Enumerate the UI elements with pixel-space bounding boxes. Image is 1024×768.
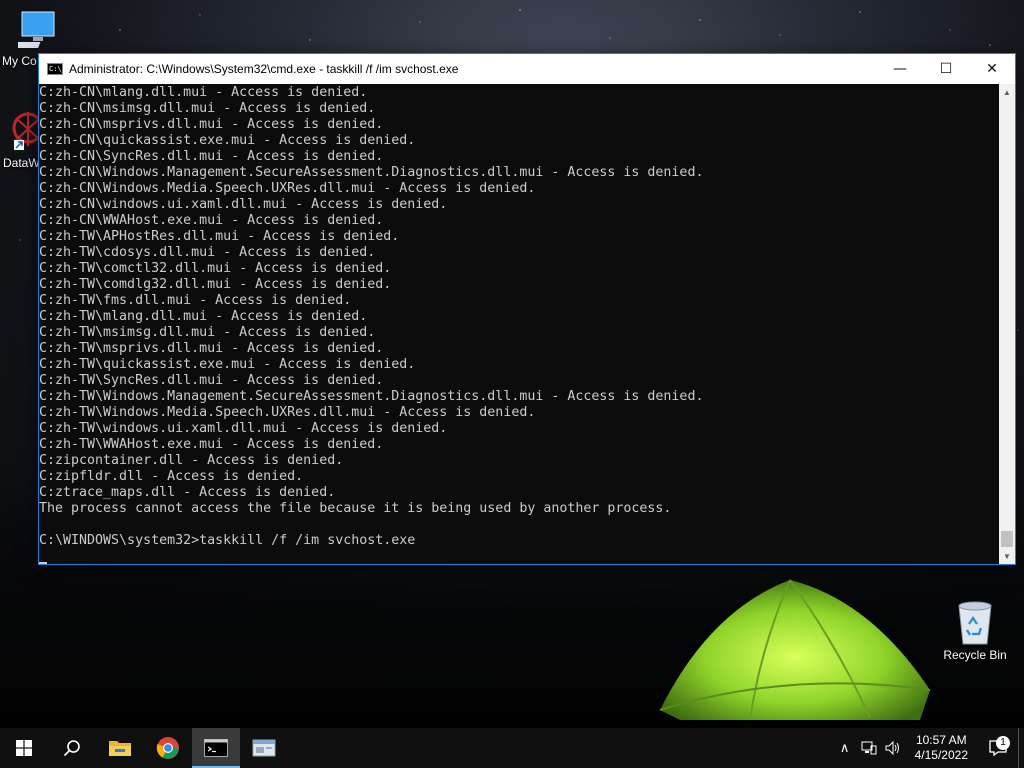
console-line: C:zh-CN\Windows.Management.SecureAssessm… — [39, 165, 704, 180]
window-title: Administrator: C:\Windows\System32\cmd.e… — [69, 62, 459, 76]
console-output[interactable]: C:zh-CN\mlang.dll.mui - Access is denied… — [39, 84, 999, 564]
console-line: C:zh-CN\WWAHost.exe.mui - Access is deni… — [39, 213, 384, 228]
console-line: C:zh-TW\Windows.Media.Speech.UXRes.dll.m… — [39, 405, 536, 420]
tray-chevron-icon[interactable]: ∧ — [833, 740, 857, 756]
vertical-scrollbar[interactable]: ▲ ▼ — [999, 84, 1015, 564]
windows-logo-icon — [16, 740, 32, 756]
clock-date: 4/15/2022 — [914, 748, 968, 762]
console-line: C:zh-CN\mlang.dll.mui - Access is denied… — [39, 85, 368, 100]
cmd-window[interactable]: C:\_ Administrator: C:\Windows\System32\… — [38, 53, 1016, 565]
app-taskbar-button[interactable] — [240, 728, 288, 768]
network-icon[interactable] — [857, 741, 881, 755]
console-line: C:ztrace_maps.dll - Access is denied. — [39, 485, 336, 500]
search-button[interactable] — [48, 728, 96, 768]
notification-badge: 1 — [996, 736, 1010, 750]
volume-icon[interactable] — [881, 741, 905, 755]
show-desktop-button[interactable] — [1018, 728, 1024, 768]
console-line: The process cannot access the file becau… — [39, 501, 672, 516]
console-line: C:zh-TW\APHostRes.dll.mui - Access is de… — [39, 229, 400, 244]
console-line: C:zh-TW\msprivs.dll.mui - Access is deni… — [39, 341, 384, 356]
desktop-icon-label: DataW — [3, 156, 40, 170]
console-line: C:zh-TW\msimsg.dll.mui - Access is denie… — [39, 325, 376, 340]
text-cursor — [39, 562, 47, 564]
scroll-up-arrow-icon[interactable]: ▲ — [999, 84, 1015, 100]
file-explorer-button[interactable] — [96, 728, 144, 768]
search-icon — [63, 740, 80, 757]
console-line: C:zh-TW\Windows.Management.SecureAssessm… — [39, 389, 704, 404]
maximize-button[interactable]: ☐ — [923, 54, 969, 84]
wallpaper-tent — [659, 579, 931, 721]
console-line: C:zh-CN\windows.ui.xaml.dll.mui - Access… — [39, 197, 448, 212]
console-line: C:zh-CN\SyncRes.dll.mui - Access is deni… — [39, 149, 384, 164]
console-line: C:zh-TW\comdlg32.dll.mui - Access is den… — [39, 277, 392, 292]
desktop-icon-label: Recycle Bin — [943, 648, 1007, 662]
system-tray: ∧ 10:57 AM 4/15/2022 1 — [833, 728, 1024, 768]
recycle-bin-icon — [958, 601, 992, 645]
console-line: C:zh-CN\msprivs.dll.mui - Access is deni… — [39, 117, 384, 132]
console-line: C:zh-TW\fms.dll.mui - Access is denied. — [39, 293, 352, 308]
console-line: C:zh-CN\msimsg.dll.mui - Access is denie… — [39, 101, 376, 116]
console-line: C:zh-CN\quickassist.exe.mui - Access is … — [39, 133, 416, 148]
console-line: C:zh-TW\mlang.dll.mui - Access is denied… — [39, 309, 368, 324]
cmd-taskbar-button[interactable] — [192, 728, 240, 768]
app-window-icon — [252, 739, 276, 757]
cmd-icon — [204, 739, 228, 757]
start-button[interactable] — [0, 728, 48, 768]
taskbar: ∧ 10:57 AM 4/15/2022 1 — [0, 728, 1024, 768]
clock-time: 10:57 AM — [915, 733, 967, 747]
folder-icon — [109, 741, 131, 756]
console-line: C:zh-TW\quickassist.exe.mui - Access is … — [39, 357, 416, 372]
console-line: C:zh-TW\WWAHost.exe.mui - Access is deni… — [39, 437, 384, 452]
taskbar-clock[interactable]: 10:57 AM 4/15/2022 — [905, 733, 978, 763]
console-line: C:zipfldr.dll - Access is denied. — [39, 469, 304, 484]
scrollbar-thumb[interactable] — [1001, 531, 1013, 547]
console-line: C:zh-CN\Windows.Media.Speech.UXRes.dll.m… — [39, 181, 536, 196]
close-button[interactable]: ✕ — [969, 54, 1015, 84]
scroll-down-arrow-icon[interactable]: ▼ — [999, 548, 1015, 564]
console-line: C:zh-TW\windows.ui.xaml.dll.mui - Access… — [39, 421, 448, 436]
computer-icon — [18, 11, 55, 48]
console-line: C:zh-TW\comctl32.dll.mui - Access is den… — [39, 261, 392, 276]
console-line: C:\WINDOWS\system32>taskkill /f /im svch… — [39, 533, 416, 548]
console-line: C:zh-TW\cdosys.dll.mui - Access is denie… — [39, 245, 376, 260]
window-titlebar[interactable]: C:\_ Administrator: C:\Windows\System32\… — [39, 54, 1015, 84]
console-line: C:zipcontainer.dll - Access is denied. — [39, 453, 344, 468]
cmd-app-icon: C:\_ — [47, 63, 66, 75]
desktop-icon-recycle-bin[interactable]: Recycle Bin — [940, 600, 1010, 662]
desktop-icon-datawrangler[interactable]: DataW — [0, 108, 44, 170]
console-cursor-line — [39, 549, 999, 564]
action-center-button[interactable]: 1 — [978, 736, 1018, 756]
chrome-icon — [156, 737, 179, 759]
console-line: C:zh-TW\SyncRes.dll.mui - Access is deni… — [39, 373, 384, 388]
minimize-button[interactable]: — — [877, 54, 923, 84]
chrome-button[interactable] — [144, 728, 192, 768]
